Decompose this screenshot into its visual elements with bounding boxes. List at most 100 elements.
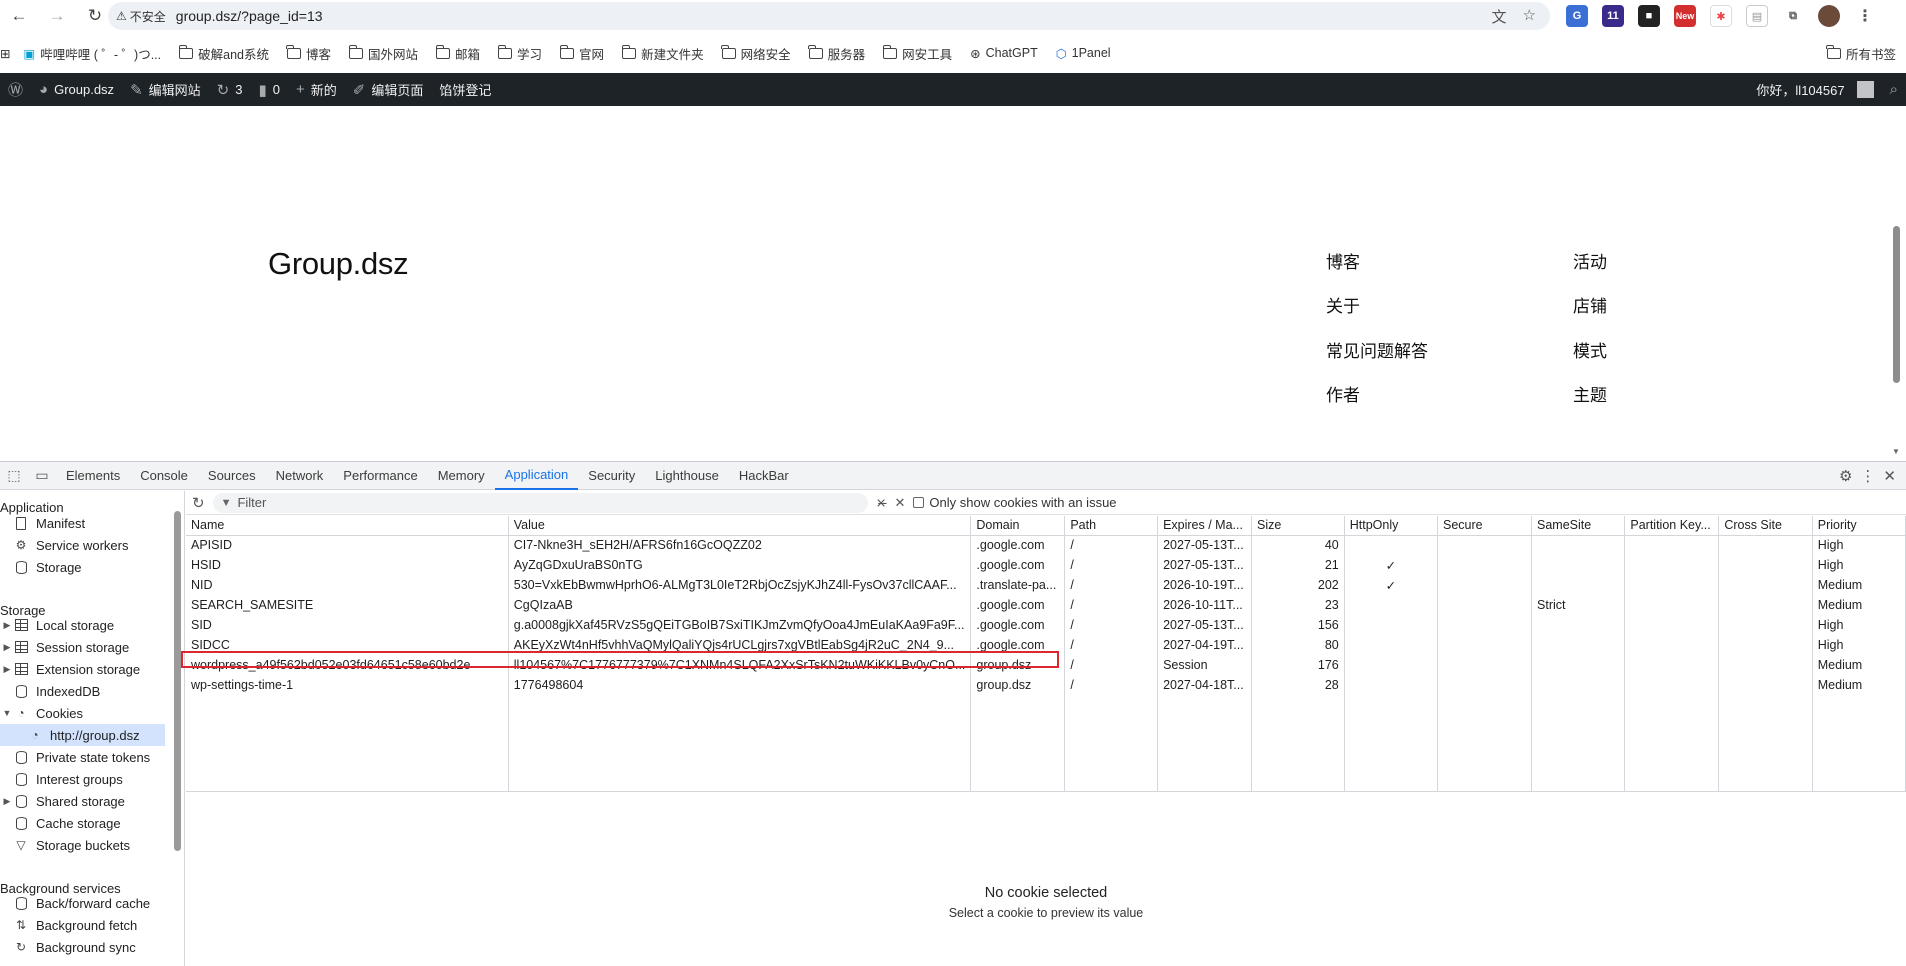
table-row[interactable]: wp-settings-time-1 1776498604 group.dsz/20… [186,675,1906,695]
wp-search-icon[interactable]: ⌕ [1882,73,1906,106]
table-row[interactable]: wordpress_a49f562bd052e03fd64651c58e60bd… [186,655,1906,675]
wp-updates[interactable]: ↻ 3 [209,73,251,106]
site-title[interactable]: Group.dsz [268,246,409,282]
bookmark-folder[interactable]: 官网 [551,41,613,65]
table-row[interactable]: APISID CI7-Nkne3H_sEH2H/AFRS6fn16GcOQZZ02… [186,535,1906,555]
sidebar-scrollbar[interactable] [174,511,181,851]
bookmark-item[interactable]: ⊛ ChatGPT [961,41,1047,65]
translate-extension-icon[interactable]: G [1566,5,1588,27]
tab-sources[interactable]: Sources [198,462,266,490]
expand-arrow-icon[interactable]: ▶ [0,796,14,807]
expand-arrow-icon[interactable]: ▶ [0,620,14,631]
wp-customize[interactable]: ✎ 编辑网站 [122,73,209,106]
sidebar-item-cache-storage[interactable]: Cache storage [0,812,121,834]
sidebar-item-shared-storage[interactable]: ▶ Shared storage [0,790,125,812]
sidebar-item-local-storage[interactable]: ▶ Local storage [0,614,115,636]
address-bar[interactable]: ⚠ 不安全 group.dsz/?page_id=13 文 ☆ [108,2,1550,30]
wp-cookie-item[interactable]: 馅饼登记 [431,73,499,106]
wp-comments[interactable]: ▮ 0 [250,73,288,106]
expand-arrow-icon[interactable]: ▶ [0,664,14,675]
wp-site-name[interactable]: ◕ Group.dsz [31,73,122,106]
sidebar-item-background-fetch[interactable]: ⇅ Background fetch [0,914,137,936]
url-text[interactable]: group.dsz/?page_id=13 [176,8,323,24]
column-header[interactable]: Size [1251,516,1345,536]
column-header[interactable]: Cross Site [1718,516,1813,536]
menu-item[interactable]: 主题 [1573,381,1607,406]
menu-item[interactable]: 活动 [1573,248,1607,273]
bookmark-folder[interactable]: 新建文件夹 [613,41,713,65]
expand-arrow-icon[interactable]: ▶ [0,642,14,653]
apps-icon[interactable]: ⊞ [0,41,14,65]
tab-console[interactable]: Console [130,462,198,490]
column-header[interactable]: Expires / Ma... [1157,516,1253,536]
translate-icon[interactable]: 文 [1492,6,1507,27]
menu-item[interactable]: 博客 [1326,248,1360,273]
sidebar-item-storage[interactable]: Storage [0,556,82,578]
table-row[interactable]: NID 530=VxkEbBwmwHprhO6-ALMgT3L0IeT2RbjOc… [186,575,1906,595]
menu-item[interactable]: 模式 [1573,337,1607,362]
column-header[interactable]: Secure [1437,516,1533,536]
sidebar-item-interest-groups[interactable]: Interest groups [0,768,123,790]
tab-elements[interactable]: Elements [56,462,130,490]
only-issues-checkbox[interactable]: Only show cookies with an issue [913,495,1117,510]
security-indicator[interactable]: ⚠ 不安全 [116,8,176,25]
sidebar-item-background-sync[interactable]: ↻ Background sync [0,936,136,958]
sidebar-item-service-workers[interactable]: ⚙ Service workers [0,534,129,556]
bookmark-folder[interactable]: 博客 [278,41,340,65]
clear-filtered-cookies-icon[interactable]: ⨯̶ [876,495,887,511]
tab-application[interactable]: Application [494,462,579,490]
close-devtools-icon[interactable]: ✕ [1883,467,1896,485]
cookie-filter-input[interactable] [237,495,838,510]
extension-fan-icon[interactable]: ✱ [1710,5,1732,27]
scroll-down-arrow-icon[interactable]: ▼ [1892,447,1900,456]
tab-memory[interactable]: Memory [428,462,495,490]
page-scrollbar[interactable] [1893,226,1900,383]
bookmark-item[interactable]: ⬡ 1Panel [1047,41,1120,65]
device-toolbar-icon[interactable]: ▭ [28,462,56,490]
table-row[interactable]: SID g.a0008gjkXaf45RVzS5gQEiTGBoIB7SxiTIK… [186,615,1906,635]
all-bookmarks[interactable]: 所有书签 [1818,41,1906,65]
collapse-arrow-icon[interactable]: ▼ [0,708,14,718]
column-header[interactable]: Name [186,516,509,536]
table-row[interactable]: SIDCC AKEyXzWt4nHf5vhhVaQMylQaliYQjs4rUCL… [186,635,1906,655]
sidebar-item-session-storage[interactable]: ▶ Session storage [0,636,130,658]
tab-security[interactable]: Security [578,462,645,490]
filter-box[interactable]: ▼ [212,492,868,513]
bookmark-folder[interactable]: 邮箱 [427,41,489,65]
menu-item[interactable]: 店铺 [1573,292,1607,317]
tab-lighthouse[interactable]: Lighthouse [645,462,729,490]
column-header[interactable]: Path [1064,516,1159,536]
back-button[interactable]: ← [0,0,38,31]
menu-item[interactable]: 关于 [1326,292,1360,317]
column-header[interactable]: Domain [970,516,1066,536]
bookmark-folder[interactable]: 网安工具 [874,41,961,65]
sidebar-item-indexeddb[interactable]: IndexedDB [0,680,100,702]
browser-menu-icon[interactable]: ⋮ [1854,5,1876,27]
refresh-icon[interactable]: ↻ [192,494,205,512]
extensions-puzzle-icon[interactable]: ⧉ [1782,5,1804,27]
bookmark-folder[interactable]: 破解and系统 [170,41,278,65]
forward-button[interactable]: → [38,0,76,31]
bookmark-folder[interactable]: 服务器 [800,41,875,65]
extension-dark-icon[interactable]: ■ [1638,5,1660,27]
extension-new-icon[interactable]: New [1674,5,1696,27]
wp-new[interactable]: + 新的 [288,73,345,106]
inspect-element-icon[interactable]: ⬚ [0,462,28,490]
wp-edit-page[interactable]: ✐ 编辑页面 [345,73,432,106]
sidebar-item-storage-buckets[interactable]: ▽ Storage buckets [0,834,130,856]
sidebar-item-cookies[interactable]: ▼ ◔ Cookies [0,702,83,724]
column-header[interactable]: Priority [1812,516,1906,536]
bookmark-folder[interactable]: 学习 [489,41,551,65]
settings-gear-icon[interactable]: ⚙ [1839,467,1852,485]
delete-all-cookies-icon[interactable]: ✕ [894,495,905,511]
column-header[interactable]: SameSite [1531,516,1626,536]
tab-hackbar[interactable]: HackBar [729,462,799,490]
tab-network[interactable]: Network [266,462,334,490]
sidebar-item-manifest[interactable]: Manifest [0,512,85,534]
extension-grey-icon[interactable]: ▤ [1746,5,1768,27]
tab-performance[interactable]: Performance [333,462,427,490]
bookmark-folder[interactable]: 网络安全 [713,41,800,65]
more-options-icon[interactable]: ⋮ [1860,467,1875,485]
wordpress-logo-icon[interactable]: Ⓦ [0,73,31,106]
sidebar-item-private-state-tokens[interactable]: Private state tokens [0,746,150,768]
